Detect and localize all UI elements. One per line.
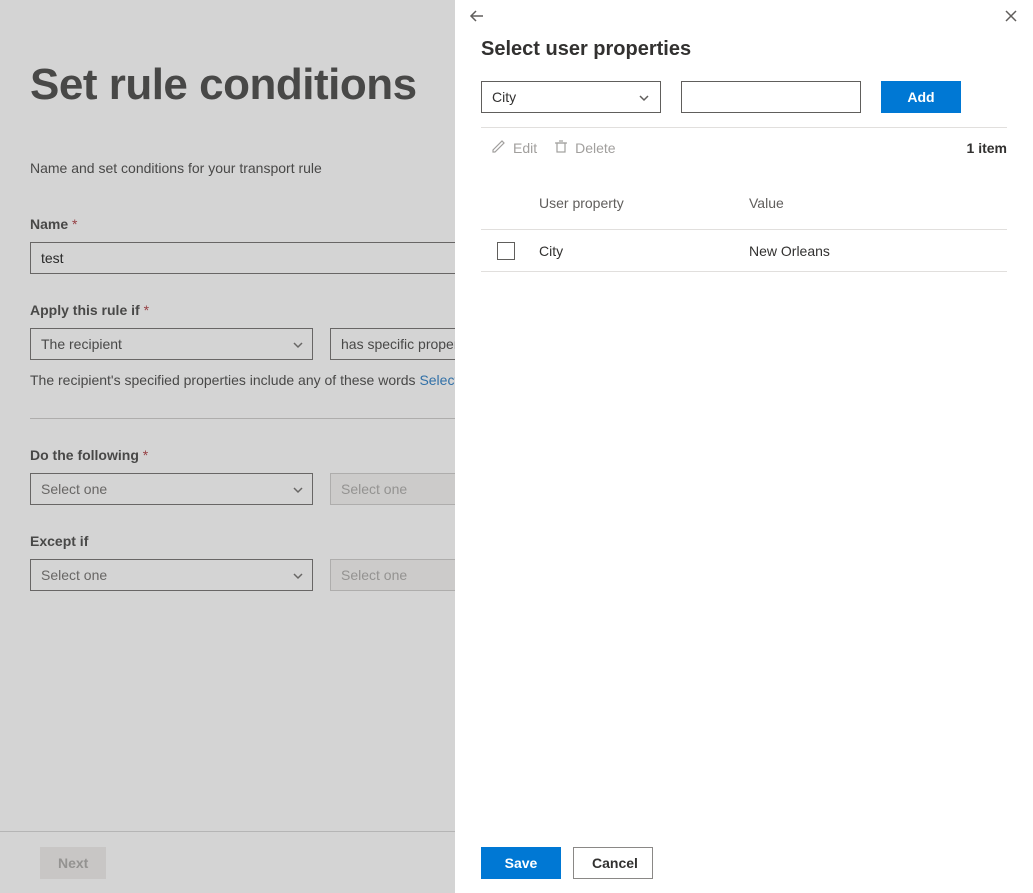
close-button[interactable] bbox=[999, 5, 1023, 29]
property-select[interactable]: City bbox=[481, 81, 661, 113]
property-value-input[interactable] bbox=[681, 81, 861, 113]
cell-value: New Orleans bbox=[749, 243, 1007, 259]
arrow-left-icon bbox=[469, 8, 485, 27]
add-button[interactable]: Add bbox=[881, 81, 961, 113]
item-count: 1 item bbox=[967, 140, 1007, 156]
edit-command: Edit bbox=[491, 138, 537, 157]
back-button[interactable] bbox=[465, 5, 489, 29]
chevron-down-icon bbox=[638, 91, 650, 103]
panel-footer: Save Cancel bbox=[455, 833, 1033, 893]
trash-icon bbox=[553, 138, 569, 157]
save-button[interactable]: Save bbox=[481, 847, 561, 879]
delete-command: Delete bbox=[553, 138, 615, 157]
cancel-button[interactable]: Cancel bbox=[573, 847, 653, 879]
col-user-property: User property bbox=[539, 195, 749, 211]
col-value: Value bbox=[749, 195, 1007, 211]
cell-property: City bbox=[539, 243, 749, 259]
properties-table: User property Value City New Orleans bbox=[481, 171, 1007, 272]
table-row[interactable]: City New Orleans bbox=[481, 230, 1007, 272]
close-icon bbox=[1003, 8, 1019, 27]
panel-title: Select user properties bbox=[481, 38, 1007, 61]
pencil-icon bbox=[491, 138, 507, 157]
row-checkbox[interactable] bbox=[497, 242, 515, 260]
select-user-properties-panel: Select user properties City Add Edit Del… bbox=[455, 0, 1033, 893]
